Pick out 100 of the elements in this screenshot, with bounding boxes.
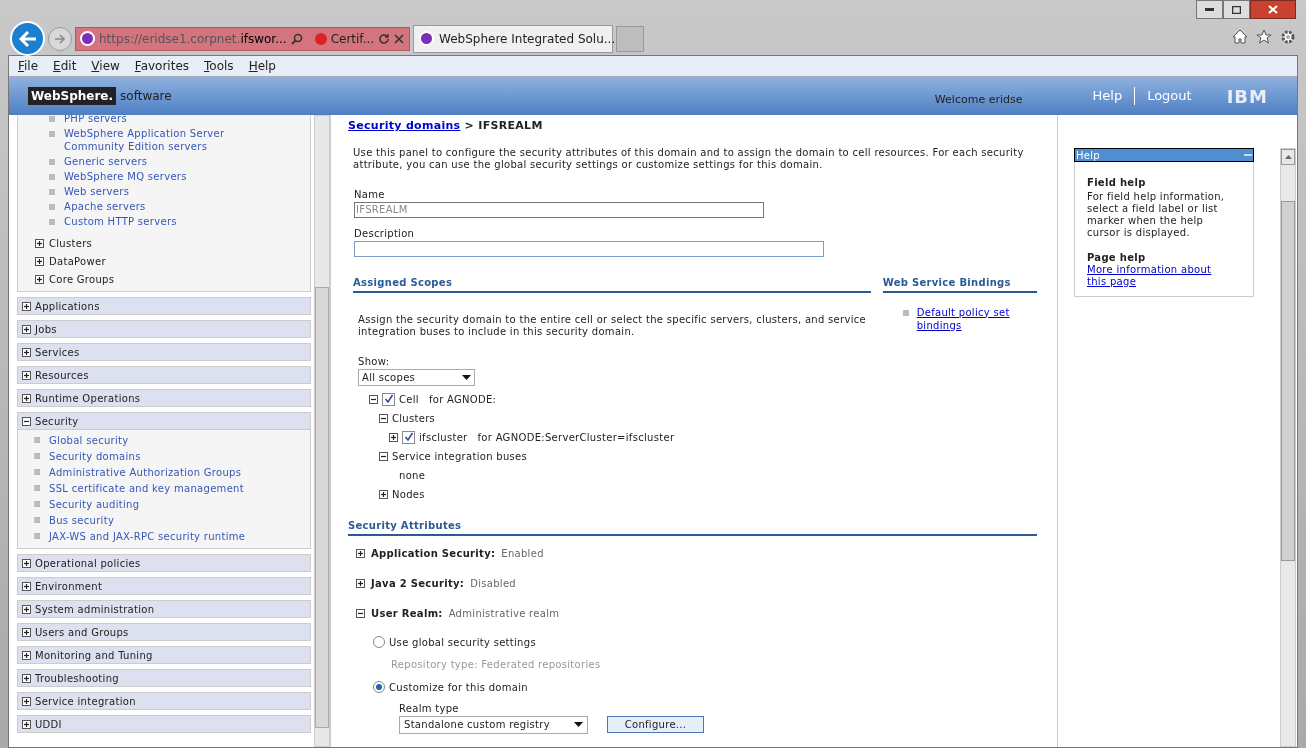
nav-group-header[interactable]: Jobs — [17, 320, 312, 338]
nav-tree-item[interactable]: Clusters — [49, 235, 93, 251]
expand-icon[interactable] — [22, 370, 31, 380]
attribute-label[interactable]: Java 2 Security: — [371, 575, 465, 591]
certificate-error-text[interactable]: Certif... — [330, 29, 375, 48]
search-icon[interactable] — [290, 32, 303, 45]
radio-button[interactable] — [373, 681, 385, 693]
close-icon — [1268, 5, 1278, 14]
browser-tab[interactable]: WebSphere Integrated Solu... — [413, 24, 613, 53]
nav-group-header[interactable]: Service integration — [17, 692, 312, 710]
expand-icon[interactable] — [389, 432, 398, 442]
expand-icon[interactable] — [356, 548, 365, 558]
attribute-label[interactable]: Application Security: — [371, 545, 496, 561]
nav-tree-item[interactable]: DataPower — [49, 253, 106, 269]
settings-icon[interactable] — [1280, 29, 1296, 45]
menu-item[interactable]: Help — [248, 57, 276, 75]
radio-label[interactable]: Use global security settings — [389, 634, 536, 650]
nav-tree-item[interactable]: Core Groups — [49, 271, 115, 287]
realm-type-dropdown[interactable]: Standalone custom registry — [399, 715, 588, 734]
nav-link[interactable]: Apache servers — [64, 200, 284, 213]
nav-group-header[interactable]: Operational policies — [17, 554, 312, 572]
nav-group-header[interactable]: Troubleshooting — [17, 669, 312, 687]
nav-group-header[interactable]: Services — [17, 343, 312, 361]
nav-link[interactable]: Bus security — [49, 513, 115, 529]
minimize-button[interactable] — [1196, 0, 1223, 19]
expand-icon[interactable] — [22, 719, 31, 729]
scrollbar[interactable] — [314, 115, 330, 747]
radio-note: Repository type: Federated repositories — [391, 657, 602, 672]
nav-link[interactable]: Global security — [49, 433, 129, 449]
nav-link[interactable]: Web servers — [64, 185, 284, 198]
nav-link[interactable]: WebSphere Application Server Community Edition servers — [64, 127, 284, 153]
menu-item[interactable]: Edit — [53, 57, 77, 75]
brand-subtitle: software — [120, 88, 172, 105]
scroll-up-icon[interactable] — [1284, 155, 1292, 159]
menu-item[interactable]: File — [18, 57, 39, 75]
nav-link[interactable]: Administrative Authorization Groups — [49, 465, 242, 481]
nav-group-header[interactable]: Resources — [17, 366, 312, 384]
nav-link[interactable]: Generic servers — [64, 155, 284, 168]
nav-link[interactable]: Security auditing — [49, 497, 140, 513]
nav-group-header[interactable]: System administration — [17, 600, 312, 618]
expand-icon[interactable] — [22, 393, 31, 403]
expand-icon[interactable] — [22, 604, 31, 614]
breadcrumb-link[interactable]: Security domains — [348, 119, 461, 132]
expand-icon[interactable] — [22, 347, 31, 357]
maximize-button[interactable] — [1223, 0, 1250, 19]
expand-icon[interactable] — [22, 696, 31, 706]
attribute-value: Administrative realm — [448, 606, 560, 621]
expand-icon[interactable] — [35, 238, 44, 248]
menu-item[interactable]: Favorites — [134, 57, 190, 75]
ibm-logo: IBM — [1226, 84, 1268, 109]
expand-icon[interactable] — [35, 256, 44, 266]
home-icon[interactable] — [1232, 29, 1248, 44]
nav-group-header[interactable]: Environment — [17, 577, 312, 595]
collapse-icon[interactable] — [22, 416, 31, 426]
expand-icon[interactable] — [22, 627, 31, 637]
nav-link[interactable]: Custom HTTP servers — [64, 215, 284, 228]
nav-group-header[interactable]: Monitoring and Tuning — [17, 646, 312, 664]
nav-group-header[interactable]: Runtime Operations — [17, 389, 312, 407]
nav-group-header[interactable]: Security — [17, 412, 312, 430]
help-text: For field help information, select a field label or list marker when the help cursor is displayed. — [1087, 191, 1226, 239]
expand-icon[interactable] — [22, 558, 31, 568]
scrollbar[interactable] — [1280, 148, 1296, 747]
expand-icon[interactable] — [22, 324, 31, 334]
close-icon[interactable] — [394, 33, 405, 44]
nav-link[interactable]: PHP servers — [64, 115, 284, 125]
menu-item[interactable]: View — [91, 57, 120, 75]
checkbox[interactable] — [402, 430, 415, 444]
close-window-button[interactable] — [1250, 0, 1296, 19]
help-link[interactable]: More information about this page — [1087, 264, 1222, 288]
expand-icon[interactable] — [356, 578, 365, 588]
menu-item[interactable]: Tools — [204, 57, 234, 75]
expand-icon[interactable] — [22, 650, 31, 660]
nav-group-header[interactable]: Applications — [17, 297, 312, 315]
refresh-icon[interactable] — [378, 32, 391, 45]
nav-group-header[interactable]: Users and Groups — [17, 623, 312, 641]
expand-icon[interactable] — [22, 673, 31, 683]
expand-icon[interactable] — [35, 274, 44, 284]
expand-icon[interactable] — [379, 489, 388, 499]
scope-dropdown[interactable]: All scopes — [358, 368, 475, 386]
checkbox[interactable] — [382, 392, 395, 406]
collapse-icon[interactable] — [379, 413, 388, 423]
configure-button[interactable]: Configure... — [607, 716, 704, 733]
expand-icon[interactable] — [22, 581, 31, 591]
bindings-link[interactable]: Default policy set bindings — [916, 305, 1037, 332]
back-button[interactable] — [10, 21, 45, 56]
nav-link[interactable]: SSL certificate and key management — [49, 481, 244, 497]
attribute-label[interactable]: User Realm: — [371, 605, 443, 621]
nav-link[interactable]: Security domains — [49, 449, 141, 465]
expand-icon[interactable] — [22, 301, 31, 311]
star-icon[interactable] — [1256, 29, 1272, 44]
collapse-icon[interactable] — [356, 608, 365, 618]
description-field[interactable] — [354, 240, 824, 257]
collapse-icon[interactable] — [379, 451, 388, 461]
radio-label[interactable]: Customize for this domain — [389, 679, 528, 695]
address-bar[interactable]: https://eridse1.corpnet.ifswor... Certif... — [75, 26, 410, 51]
nav-link[interactable]: WebSphere MQ servers — [64, 170, 284, 183]
collapse-icon[interactable] — [369, 394, 378, 404]
nav-link[interactable]: JAX-WS and JAX-RPC security runtime — [49, 529, 246, 545]
radio-button[interactable] — [373, 636, 385, 648]
nav-group-header[interactable]: UDDI — [17, 715, 312, 733]
